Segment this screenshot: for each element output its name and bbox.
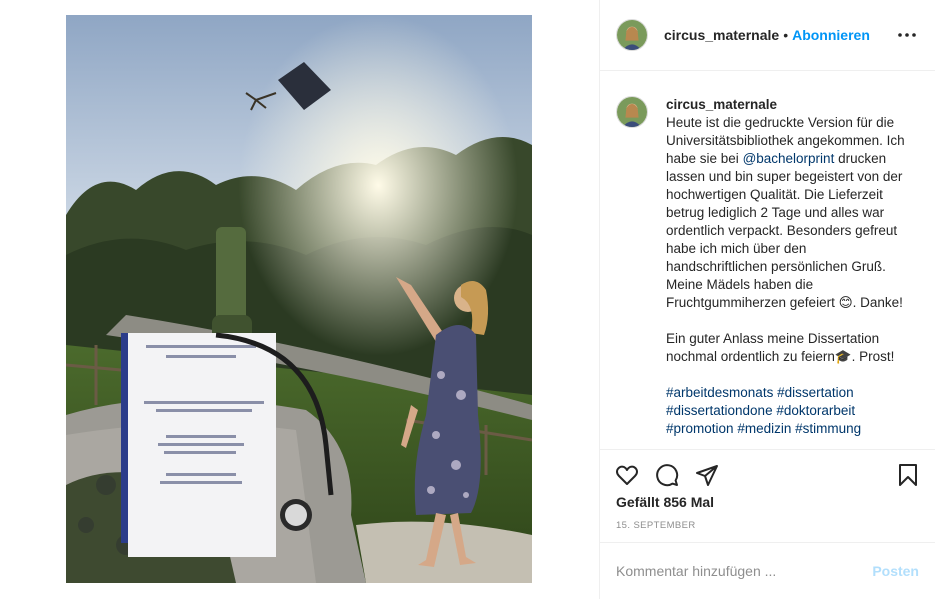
action-bar xyxy=(600,449,935,499)
post-photo[interactable] xyxy=(66,15,532,583)
caption-text: Heute ist die gedruckte Version für die … xyxy=(666,114,910,312)
media-area xyxy=(0,0,599,599)
hashtag[interactable]: #dissertationdone xyxy=(666,403,773,418)
comments-area[interactable]: circus_maternale Heute ist die gedruckte… xyxy=(600,72,935,449)
caption-text-second: Ein guter Anlass meine Dissertation noch… xyxy=(666,331,895,364)
follow-button[interactable]: Abonnieren xyxy=(792,27,870,43)
comment-input[interactable]: Kommentar hinzufügen ... xyxy=(616,563,872,579)
post-comment-button[interactable]: Posten xyxy=(872,563,919,579)
hashtag[interactable]: #stimmung xyxy=(795,421,861,436)
likes-count[interactable]: Gefällt 856 Mal xyxy=(616,494,714,510)
caption-avatar[interactable] xyxy=(616,96,648,128)
paper-plane-icon[interactable] xyxy=(694,462,720,488)
hashtag[interactable]: #dissertation xyxy=(777,385,854,400)
caption-username[interactable]: circus_maternale xyxy=(666,96,910,114)
caption-text-part2: drucken lassen und bin super begeistert … xyxy=(666,151,903,310)
post-side-panel: circus_maternale • Abonnieren circus_mat… xyxy=(599,0,935,599)
heart-icon[interactable] xyxy=(614,462,640,488)
hashtag[interactable]: #promotion xyxy=(666,421,734,436)
caption: circus_maternale Heute ist die gedruckte… xyxy=(616,96,919,438)
hashtag[interactable]: #doktorarbeit xyxy=(776,403,855,418)
mention-link[interactable]: @bachelorprint xyxy=(743,151,835,166)
post-header: circus_maternale • Abonnieren xyxy=(600,0,935,71)
post-username[interactable]: circus_maternale xyxy=(664,27,779,43)
bookmark-icon[interactable] xyxy=(895,462,921,488)
more-horizontal-icon[interactable] xyxy=(895,23,919,47)
hashtag[interactable]: #arbeitdesmonats xyxy=(666,385,773,400)
follow-separator: • xyxy=(783,27,789,43)
comment-bubble-icon[interactable] xyxy=(654,462,680,488)
hashtag[interactable]: #medizin xyxy=(737,421,791,436)
post-date[interactable]: 15. SEPTEMBER xyxy=(616,520,696,531)
avatar[interactable] xyxy=(616,19,648,51)
add-comment-box: Kommentar hinzufügen ... Posten xyxy=(600,542,935,599)
hashtag-list: #arbeitdesmonats #dissertation #disserta… xyxy=(666,384,910,438)
caption-body: circus_maternale Heute ist die gedruckte… xyxy=(666,96,910,438)
